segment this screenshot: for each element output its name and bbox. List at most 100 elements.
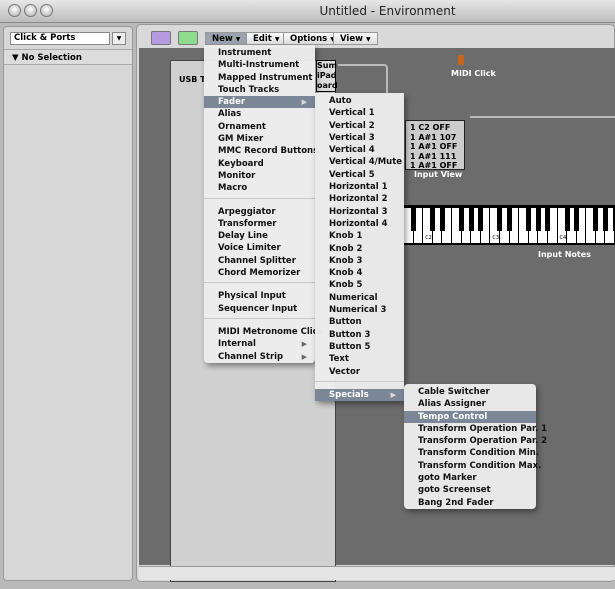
- octave-label: C4: [559, 235, 567, 241]
- menu-item-goto-marker[interactable]: goto Marker: [404, 472, 536, 484]
- black-key[interactable]: [468, 208, 474, 231]
- black-key[interactable]: [545, 208, 551, 231]
- menu-item-horizontal-2[interactable]: Horizontal 2: [315, 193, 404, 205]
- menu-item-channel-splitter[interactable]: Channel Splitter: [204, 255, 315, 267]
- menu-item-multi-instrument[interactable]: Multi-Instrument: [204, 59, 315, 71]
- menu-item-fader[interactable]: Fader ▶: [204, 96, 315, 109]
- menu-item-numerical-3[interactable]: Numerical 3: [315, 304, 404, 316]
- menu-item-vertical-2[interactable]: Vertical 2: [315, 120, 404, 132]
- selection-section[interactable]: ▼ No Selection: [4, 49, 132, 65]
- menu-item-label: Button 5: [329, 341, 371, 352]
- black-key[interactable]: [526, 208, 532, 231]
- layer-dropdown-button[interactable]: ▼: [112, 32, 126, 45]
- menu-item-label: Macro: [218, 183, 248, 194]
- black-key[interactable]: [430, 208, 436, 231]
- black-key[interactable]: [593, 208, 599, 231]
- menu-item-knob-2[interactable]: Knob 2: [315, 243, 404, 255]
- menu-item-arpeggiator[interactable]: Arpeggiator: [204, 206, 315, 218]
- menu-item-knob-3[interactable]: Knob 3: [315, 255, 404, 267]
- menu-item-knob-1[interactable]: Knob 1: [315, 230, 404, 242]
- midi-click-label[interactable]: MIDI Click: [451, 69, 496, 78]
- menu-item-horizontal-4[interactable]: Horizontal 4: [315, 218, 404, 230]
- menu-item-mmc-record-buttons[interactable]: MMC Record Buttons: [204, 145, 318, 157]
- menu-new[interactable]: New ▼: [205, 32, 248, 45]
- black-key[interactable]: [574, 208, 580, 231]
- menu-item-auto[interactable]: Auto: [315, 95, 404, 107]
- fader-submenu: Auto Vertical 1 Vertical 2 Vertical 3 Vertic…: [315, 93, 404, 402]
- menu-item-vertical-4-mute[interactable]: Vertical 4/Mute: [315, 156, 404, 168]
- menu-item-label: Transform Operation Par. 1: [418, 423, 548, 434]
- menu-item-ornament[interactable]: Ornament: [204, 121, 315, 133]
- menu-item-chord-memorizer[interactable]: Chord Memorizer: [204, 267, 315, 279]
- menu-item-goto-screenset[interactable]: goto Screenset: [404, 484, 536, 496]
- menu-item-specials[interactable]: Specials ▶: [315, 388, 404, 402]
- black-key[interactable]: [564, 208, 570, 231]
- menu-separator: [315, 378, 404, 382]
- horizontal-scrollbar[interactable]: [139, 566, 615, 580]
- menu-item-knob-5[interactable]: Knob 5: [315, 279, 404, 291]
- menu-item-gm-mixer[interactable]: GM Mixer: [204, 133, 315, 145]
- menu-item-alias-assigner[interactable]: Alias Assigner: [404, 398, 536, 410]
- menu-item-vertical-3[interactable]: Vertical 3: [315, 132, 404, 144]
- input-row: 1 A#1 OFF: [410, 142, 458, 151]
- menu-item-mapped-instrument[interactable]: Mapped Instrument: [204, 72, 315, 84]
- menu-item-button-5[interactable]: Button 5: [315, 341, 404, 353]
- menu-item-knob-4[interactable]: Knob 4: [315, 267, 404, 279]
- black-key[interactable]: [507, 208, 512, 231]
- menu-item-label: Arpeggiator: [218, 206, 276, 217]
- menu-item-touch-tracks[interactable]: Touch Tracks: [204, 84, 315, 96]
- menu-item-label: Channel Strip: [218, 351, 284, 362]
- menu-item-delay-line[interactable]: Delay Line: [204, 230, 315, 242]
- menu-item-label: Keyboard: [218, 158, 264, 169]
- menu-item-macro[interactable]: Macro: [204, 182, 315, 194]
- menu-item-text[interactable]: Text: [315, 353, 404, 365]
- black-key[interactable]: [459, 208, 465, 231]
- menu-item-voice-limiter[interactable]: Voice Limiter: [204, 242, 315, 254]
- menu-item-label: Cable Switcher: [418, 387, 490, 397]
- menu-item-vertical-4[interactable]: Vertical 4: [315, 144, 404, 156]
- midi-out-icon[interactable]: [178, 31, 198, 45]
- menu-item-alias[interactable]: Alias: [204, 108, 315, 120]
- black-key[interactable]: [478, 208, 484, 231]
- menu-item-label: Transform Condition Max.: [418, 460, 542, 471]
- menu-item-channel-strip[interactable]: Channel Strip ▶: [204, 351, 315, 363]
- menu-edit[interactable]: Edit ▼: [246, 32, 287, 45]
- menu-item-transform-operation-par-2[interactable]: Transform Operation Par. 2: [404, 435, 547, 447]
- menu-item-sequencer-input[interactable]: Sequencer Input: [204, 303, 315, 315]
- menu-item-transform-operation-par-1[interactable]: Transform Operation Par. 1: [404, 423, 547, 435]
- menu-item-vertical-1[interactable]: Vertical 1: [315, 107, 404, 119]
- black-key[interactable]: [497, 208, 503, 231]
- menu-item-horizontal-3[interactable]: Horizontal 3: [315, 206, 404, 218]
- menu-item-button-3[interactable]: Button 3: [315, 329, 404, 341]
- menu-item-button[interactable]: Button: [315, 316, 404, 328]
- menu-item-horizontal-1[interactable]: Horizontal 1: [315, 181, 404, 193]
- menu-item-internal[interactable]: Internal ▶: [204, 338, 315, 350]
- menu-item-vector[interactable]: Vector: [315, 366, 404, 378]
- black-key[interactable]: [439, 208, 445, 231]
- menu-item-midi-metronome-click[interactable]: MIDI Metronome Click: [204, 326, 323, 338]
- menu-item-physical-input[interactable]: Physical Input: [204, 290, 315, 302]
- menu-item-transformer[interactable]: Transformer: [204, 218, 315, 230]
- menu-item-label: Mapped Instrument: [218, 72, 313, 83]
- black-key[interactable]: [535, 208, 541, 231]
- menu-item-tempo-control[interactable]: Tempo Control: [404, 410, 536, 423]
- menu-item-instrument[interactable]: Instrument: [204, 47, 315, 59]
- link-icon[interactable]: [151, 31, 171, 45]
- menu-item-transform-condition-max[interactable]: Transform Condition Max.: [404, 460, 541, 472]
- layer-select[interactable]: Click & Ports: [10, 32, 110, 45]
- menu-item-label: Numerical: [329, 292, 378, 303]
- menu-item-vertical-5[interactable]: Vertical 5: [315, 169, 404, 181]
- black-key[interactable]: [411, 208, 417, 231]
- menu-item-cable-switcher[interactable]: Cable Switcher: [404, 386, 536, 398]
- menu-item-transform-condition-min[interactable]: Transform Condition Min.: [404, 447, 539, 459]
- specials-submenu: Cable Switcher Alias Assigner Tempo Contro…: [404, 384, 547, 509]
- input-view[interactable]: 1 C2 OFF 1 A#1 107 1 A#1 OFF 1 A#1 111 1…: [405, 120, 465, 170]
- menu-item-monitor[interactable]: Monitor: [204, 170, 315, 182]
- black-key[interactable]: [602, 208, 608, 231]
- menu-item-bang-2nd-fader[interactable]: Bang 2nd Fader: [404, 497, 536, 509]
- menu-view[interactable]: View ▼: [333, 32, 378, 45]
- menu-item-numerical[interactable]: Numerical: [315, 292, 404, 304]
- keyboard[interactable]: C2 C3 C4: [404, 205, 615, 245]
- menu-item-keyboard[interactable]: Keyboard: [204, 158, 315, 170]
- title-bar: Untitled - Environment: [0, 0, 615, 23]
